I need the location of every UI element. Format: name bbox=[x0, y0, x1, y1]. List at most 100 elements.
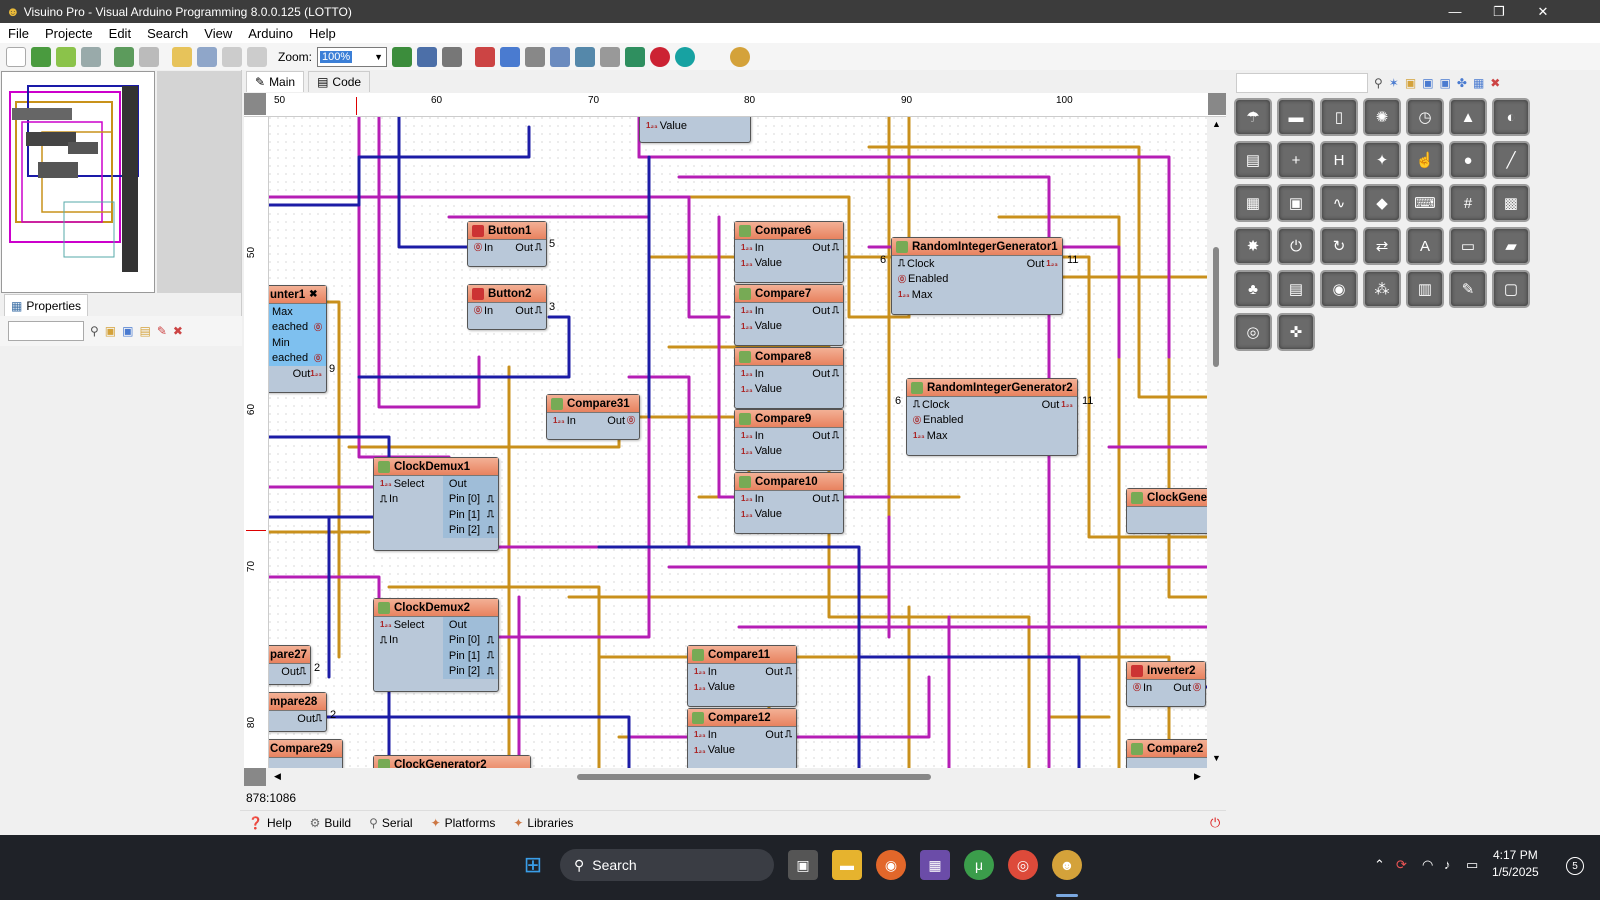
tab-build[interactable]: ⚙ Build bbox=[302, 816, 359, 830]
open-project-icon[interactable] bbox=[31, 46, 51, 67]
design-canvas[interactable]: 1₂₃ Value unter1 ✖ Max eached ⓪ Min eached ⓪… bbox=[269, 117, 1207, 768]
palette-keyboard-icon[interactable]: ⌨ bbox=[1406, 184, 1444, 222]
vertical-scrollbar[interactable]: ▲ ▼ bbox=[1207, 117, 1226, 768]
palette-color-wheel-icon[interactable]: ◉ bbox=[1320, 270, 1358, 308]
palette-box-icon[interactable]: ▢ bbox=[1492, 270, 1530, 308]
component-compare28[interactable]: mpare28 Out ⎍ bbox=[269, 692, 327, 732]
tools-icon[interactable]: ✖ bbox=[173, 324, 183, 338]
arduino-icon[interactable] bbox=[650, 46, 671, 67]
palette-refresh-icon[interactable]: ↻ bbox=[1320, 227, 1358, 265]
palette-chart-icon[interactable]: ▲ bbox=[1449, 98, 1487, 136]
upload-icon[interactable] bbox=[625, 46, 646, 67]
integer-icon[interactable]: ▦ bbox=[1473, 76, 1484, 90]
overview-minimap[interactable] bbox=[1, 71, 155, 293]
component-counter1[interactable]: unter1 ✖ Max eached ⓪ Min eached ⓪ Out 1₂₃ bbox=[269, 285, 327, 393]
component-clock-demux2[interactable]: ClockDemux2 1₂₃ Select ⎍ In Out Pin [0] ⎍ P… bbox=[373, 598, 499, 692]
component-compare12[interactable]: Compare12 1₂₃ In Out ⎍ 1₂₃ Value bbox=[687, 708, 797, 768]
menu-search[interactable]: Search bbox=[139, 26, 196, 41]
windows-start-icon[interactable]: ⊞ bbox=[518, 850, 548, 880]
component-compare6[interactable]: Compare6 1₂₃ In Out ⎍ 1₂₃ Value bbox=[734, 221, 844, 283]
tab-platforms[interactable]: ✦ Platforms bbox=[423, 816, 504, 830]
redo-icon[interactable] bbox=[247, 46, 267, 67]
save-icon[interactable] bbox=[81, 46, 101, 67]
open-folder-icon[interactable] bbox=[56, 46, 76, 67]
palette-image-icon[interactable]: ▣ bbox=[1277, 184, 1315, 222]
component-button1[interactable]: Button1 ⓪ In Out ⎍ bbox=[467, 221, 547, 267]
undo-icon[interactable] bbox=[222, 46, 242, 67]
component-random-integer-generator1[interactable]: RandomIntegerGenerator1 ⎍ Clock Out 1₂₃ ⓪ En… bbox=[891, 237, 1063, 315]
properties-tab[interactable]: ▦ Properties bbox=[4, 294, 89, 316]
palette-motor-icon[interactable]: ◎ bbox=[1234, 313, 1272, 351]
palette-integer-icon[interactable]: # bbox=[1449, 184, 1487, 222]
import-icon[interactable] bbox=[114, 46, 134, 67]
component-clock-demux1[interactable]: ClockDemux1 1₂₃ Select ⎍ In Out Pin [0] ⎍ P… bbox=[373, 457, 499, 551]
palette-screen-icon[interactable]: ▭ bbox=[1449, 227, 1487, 265]
component-compare29[interactable]: Compare29 bbox=[269, 739, 343, 768]
component-button2[interactable]: Button2 ⓪ In Out ⎍ bbox=[467, 284, 547, 330]
scroll-down-icon[interactable]: ▼ bbox=[1212, 753, 1221, 763]
inspect-icon[interactable] bbox=[550, 46, 571, 67]
palette-document-icon[interactable]: ▤ bbox=[1277, 270, 1315, 308]
zoom-fit-icon[interactable] bbox=[442, 46, 463, 67]
palette-network-icon[interactable]: ✺ bbox=[1363, 98, 1401, 136]
close-button[interactable]: ✕ bbox=[1520, 0, 1566, 23]
palette-printer-icon[interactable]: ▦ bbox=[1234, 184, 1272, 222]
menu-file[interactable]: File bbox=[0, 26, 37, 41]
firefox-icon[interactable]: ◉ bbox=[876, 850, 906, 880]
sort-icon[interactable]: ▤ bbox=[139, 324, 150, 338]
chevron-up-icon[interactable]: ⌃ bbox=[1374, 857, 1385, 873]
board-icon[interactable] bbox=[575, 46, 596, 67]
maximize-button[interactable]: ❐ bbox=[1476, 0, 1522, 23]
palette-search-input[interactable] bbox=[1236, 73, 1368, 93]
tab-libraries[interactable]: ✦ Libraries bbox=[505, 816, 581, 830]
component-clock-generator2[interactable]: ClockGenerator2 bbox=[373, 755, 531, 768]
palette-servo-icon[interactable]: ∿ bbox=[1320, 184, 1358, 222]
chrome-icon[interactable]: ◎ bbox=[1008, 850, 1038, 880]
palette-convert-icon[interactable]: ⇄ bbox=[1363, 227, 1401, 265]
properties-search-input[interactable] bbox=[8, 321, 84, 341]
system-clock[interactable]: 4:17 PM 1/5/2025 bbox=[1492, 847, 1539, 881]
palette-robot-icon[interactable]: ✜ bbox=[1277, 313, 1315, 351]
scroll-left-icon[interactable]: ◀ bbox=[274, 771, 281, 782]
component-compare27[interactable]: pare27 Out ⎍ bbox=[269, 645, 311, 685]
task-view-icon[interactable]: ▣ bbox=[788, 850, 818, 880]
pin-icon[interactable]: ✎ bbox=[157, 324, 167, 338]
cut-wire-icon[interactable] bbox=[525, 46, 546, 67]
menu-arduino[interactable]: Arduino bbox=[240, 26, 301, 41]
visuino-taskbar-icon[interactable]: ☻ bbox=[1052, 850, 1082, 880]
component-compare9[interactable]: Compare9 1₂₃ In Out ⎍ 1₂₃ Value bbox=[734, 409, 844, 471]
infinity-icon[interactable] bbox=[675, 46, 696, 67]
folder-tree-icon[interactable]: ▣ bbox=[122, 324, 133, 338]
palette-motion-icon[interactable]: ◆ bbox=[1363, 184, 1401, 222]
volume-icon[interactable]: ♪ bbox=[1444, 857, 1451, 872]
export-icon[interactable] bbox=[139, 46, 159, 67]
component-compare11[interactable]: Compare11 1₂₃ In Out ⎍ 1₂₃ Value bbox=[687, 645, 797, 707]
palette-ruler-icon[interactable]: ╱ bbox=[1492, 141, 1530, 179]
component-compare7[interactable]: Compare7 1₂₃ In Out ⎍ 1₂₃ Value bbox=[734, 284, 844, 346]
new-file-icon[interactable] bbox=[6, 46, 26, 67]
component-compare8[interactable]: Compare8 1₂₃ In Out ⎍ 1₂₃ Value bbox=[734, 347, 844, 409]
palette-telescope-icon[interactable]: ✦ bbox=[1363, 141, 1401, 179]
theme-moon-icon[interactable] bbox=[730, 46, 751, 67]
palette-display-icon[interactable]: ▯ bbox=[1320, 98, 1358, 136]
palette-hash-icon[interactable]: H bbox=[1320, 141, 1358, 179]
align-icon[interactable] bbox=[172, 46, 192, 67]
component-clock-generator-right[interactable]: ClockGene bbox=[1126, 488, 1207, 534]
sync-icon[interactable]: ⟳ bbox=[1396, 857, 1407, 873]
scroll-up-icon[interactable]: ▲ bbox=[1212, 119, 1221, 129]
palette-flame-icon[interactable]: ✸ bbox=[1234, 227, 1272, 265]
component-compare31[interactable]: Compare31 1₂₃ In Out ⓪ bbox=[546, 394, 640, 440]
component-compare-right[interactable]: Compare2 bbox=[1126, 739, 1207, 768]
palette-grove-icon[interactable]: ♣ bbox=[1234, 270, 1272, 308]
palette-math-icon[interactable]: + bbox=[1277, 141, 1315, 179]
menu-projecte[interactable]: Projecte bbox=[37, 26, 101, 41]
tab-main[interactable]: ✎ Main bbox=[246, 71, 305, 92]
palette-sound-icon[interactable]: ◐ bbox=[1492, 98, 1530, 136]
palette-led-matrix-icon[interactable]: ⁂ bbox=[1363, 270, 1401, 308]
palette-touch-icon[interactable]: ☝ bbox=[1406, 141, 1444, 179]
palette-m5stack-icon[interactable]: ▥ bbox=[1406, 270, 1444, 308]
folder-icon[interactable]: ▣ bbox=[1405, 76, 1416, 90]
menu-help[interactable]: Help bbox=[301, 26, 344, 41]
tools-icon[interactable]: ✖ bbox=[1490, 76, 1500, 90]
palette-text-icon[interactable]: A bbox=[1406, 227, 1444, 265]
